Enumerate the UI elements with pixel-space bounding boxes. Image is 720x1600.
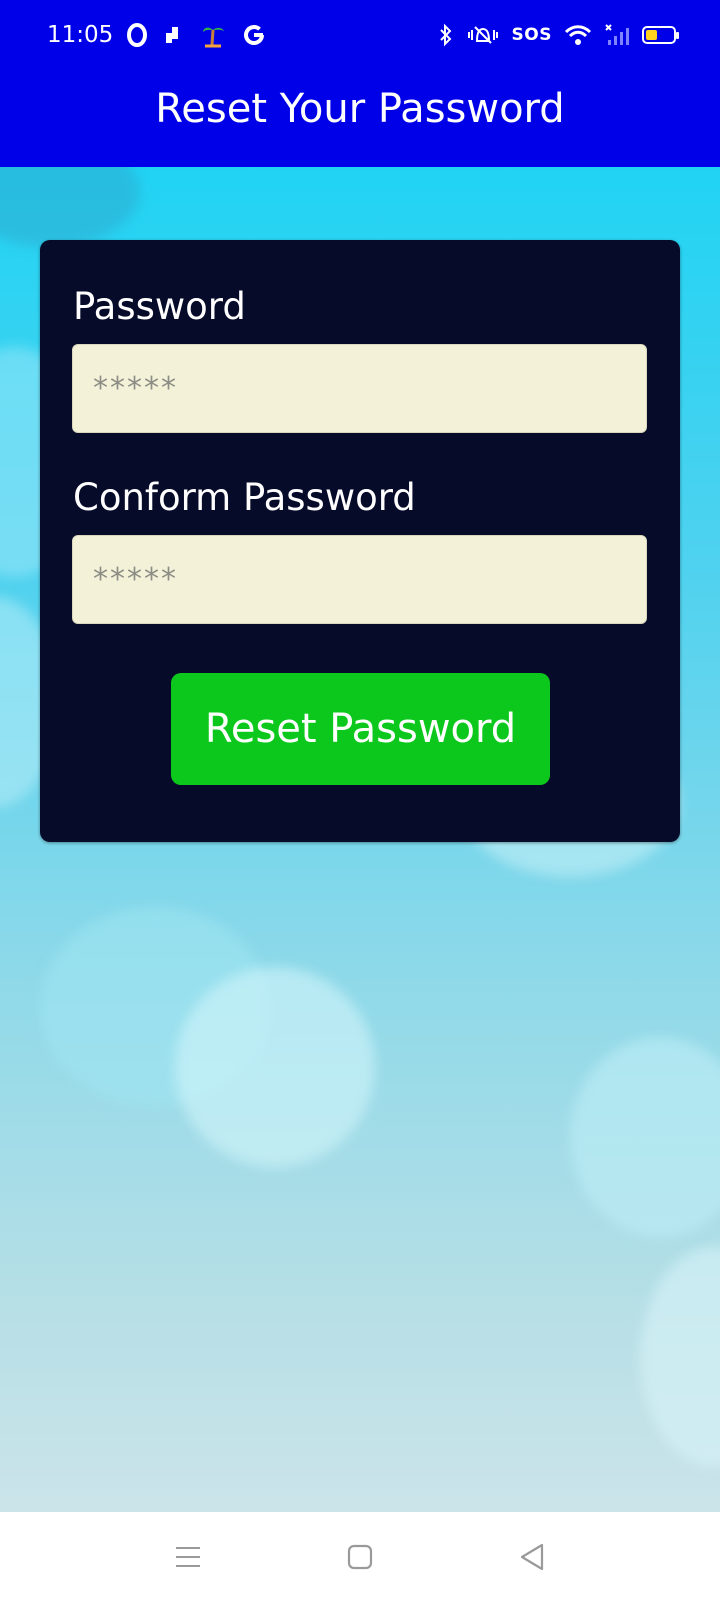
puzzle-icon <box>164 21 184 49</box>
confirm-password-label: Conform Password <box>73 476 416 519</box>
google-icon <box>242 21 266 49</box>
home-icon[interactable] <box>330 1532 390 1582</box>
bluetooth-icon <box>438 21 454 49</box>
system-icons: SOS <box>438 20 679 50</box>
confirm-password-field[interactable] <box>72 535 647 624</box>
notification-icons <box>126 20 266 50</box>
signal-icon <box>604 21 630 49</box>
wifi-icon <box>564 21 592 49</box>
password-field[interactable] <box>72 344 647 433</box>
status-bar: 11:05 SOS <box>0 0 720 72</box>
app-root: 11:05 SOS Reset Your Password Password C… <box>0 0 720 1600</box>
password-label: Password <box>73 285 246 328</box>
battery-icon <box>642 21 679 49</box>
status-time: 11:05 <box>47 22 114 48</box>
back-icon[interactable] <box>502 1532 562 1582</box>
top-bar: 11:05 SOS Reset Your Password <box>0 0 720 167</box>
reset-password-card: Password Conform Password Reset Password <box>40 240 680 842</box>
palm-tree-icon <box>200 21 226 49</box>
menu-icon[interactable] <box>158 1532 218 1582</box>
sos-indicator: SOS <box>511 25 552 45</box>
opera-icon <box>126 21 148 49</box>
page-title: Reset Your Password <box>155 86 565 132</box>
system-nav-bar <box>0 1512 720 1600</box>
reset-password-button[interactable]: Reset Password <box>171 673 550 785</box>
vibrate-silent-icon <box>466 21 500 49</box>
